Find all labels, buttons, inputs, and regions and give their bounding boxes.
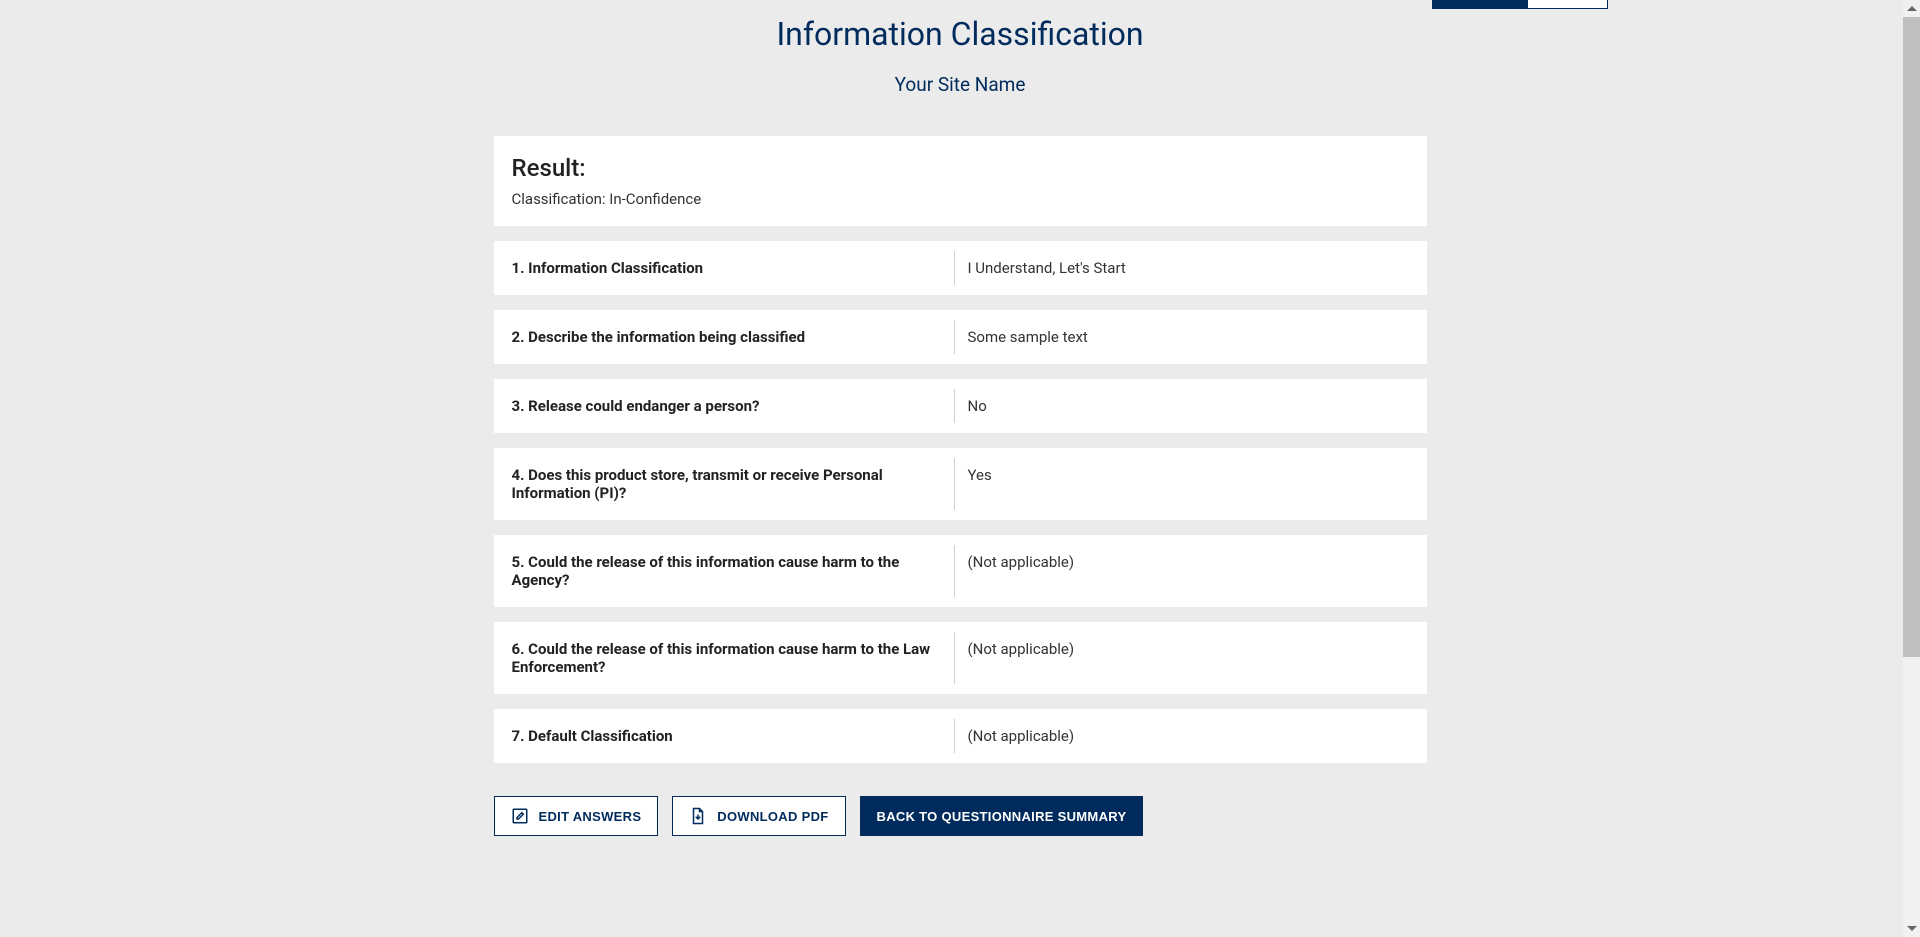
result-card: Result: Classification: In-Confidence: [494, 136, 1427, 226]
answer-value: I Understand, Let's Start: [954, 241, 1140, 295]
scrollbar-thumb[interactable]: [1903, 17, 1920, 657]
site-name: Your Site Name: [183, 73, 1737, 96]
answer-value: (Not applicable): [954, 622, 1089, 694]
answer-value: Some sample text: [954, 310, 1102, 364]
answer-value: (Not applicable): [954, 709, 1089, 763]
answer-value: (Not applicable): [954, 535, 1089, 607]
language-switcher-partial: [1432, 0, 1608, 9]
scroll-arrow-down-icon[interactable]: [1903, 920, 1920, 937]
download-pdf-label: DOWNLOAD PDF: [717, 809, 828, 824]
qa-row: 5. Could the release of this information…: [494, 535, 1427, 607]
question-label: 6. Could the release of this information…: [494, 622, 954, 694]
file-pdf-icon: [689, 807, 707, 825]
question-label: 3. Release could endanger a person?: [494, 379, 954, 433]
scrollbar-track[interactable]: [1903, 0, 1920, 937]
result-heading: Result:: [512, 154, 1409, 182]
qa-row: 2. Describe the information being classi…: [494, 310, 1427, 364]
qa-row: 6. Could the release of this information…: [494, 622, 1427, 694]
edit-icon: [511, 807, 529, 825]
back-to-summary-button[interactable]: BACK TO QUESTIONNAIRE SUMMARY: [860, 796, 1144, 836]
question-label: 7. Default Classification: [494, 709, 954, 763]
qa-row: 1. Information Classification I Understa…: [494, 241, 1427, 295]
scroll-arrow-up-icon[interactable]: [1903, 0, 1920, 17]
actions-row: EDIT ANSWERS DOWNLOAD PDF BACK TO QUESTI…: [494, 778, 1427, 866]
question-label: 2. Describe the information being classi…: [494, 310, 954, 364]
question-label: 4. Does this product store, transmit or …: [494, 448, 954, 520]
download-pdf-button[interactable]: DOWNLOAD PDF: [672, 796, 845, 836]
qa-row: 7. Default Classification (Not applicabl…: [494, 709, 1427, 763]
back-to-summary-label: BACK TO QUESTIONNAIRE SUMMARY: [877, 809, 1127, 824]
question-label: 5. Could the release of this information…: [494, 535, 954, 607]
qa-row: 4. Does this product store, transmit or …: [494, 448, 1427, 520]
edit-answers-label: EDIT ANSWERS: [539, 809, 642, 824]
result-value: Classification: In-Confidence: [512, 190, 1409, 208]
question-label: 1. Information Classification: [494, 241, 954, 295]
page-title: Information Classification: [183, 15, 1737, 53]
answer-value: Yes: [954, 448, 1006, 520]
answer-value: No: [954, 379, 1001, 433]
language-active-segment: [1433, 0, 1528, 8]
edit-answers-button[interactable]: EDIT ANSWERS: [494, 796, 659, 836]
qa-row: 3. Release could endanger a person? No: [494, 379, 1427, 433]
